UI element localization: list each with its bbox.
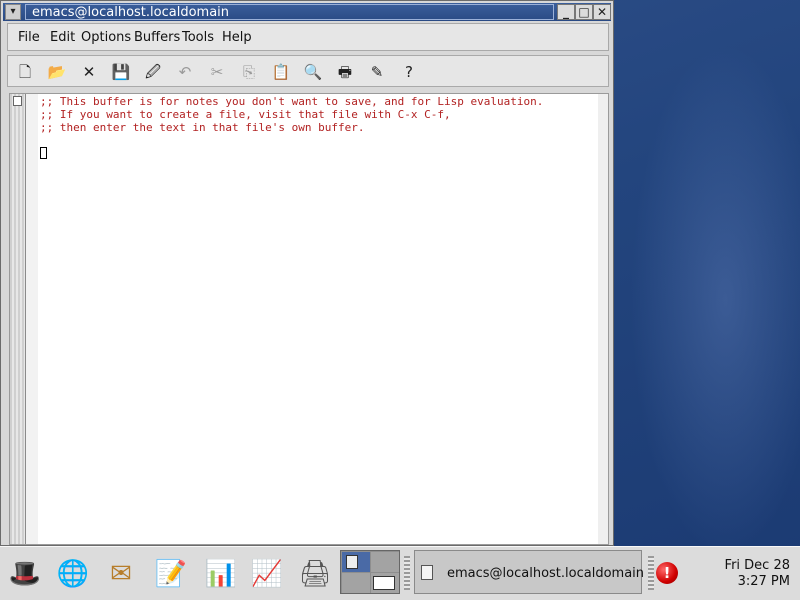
- workspace-2[interactable]: [371, 552, 399, 572]
- menu-file[interactable]: File: [18, 30, 40, 45]
- taskbar-label: emacs@localhost.localdomain: [447, 566, 645, 581]
- scrollbar[interactable]: [10, 94, 26, 544]
- bottom-panel: 🎩 🌐 ✉ 📝 📊 📈 🖨: [0, 546, 800, 600]
- workspace-window-thumb: [373, 576, 395, 590]
- cut-scissors-icon[interactable]: ✂: [206, 61, 228, 83]
- right-fringe: [598, 94, 608, 544]
- presentation-icon[interactable]: 📊: [200, 553, 242, 595]
- new-file-icon[interactable]: 🗋: [14, 61, 36, 83]
- minimize-button[interactable]: _: [557, 4, 575, 20]
- title-bar[interactable]: ▾ emacs@localhost.localdomain _ □ ✕: [3, 3, 611, 21]
- spreadsheet-icon[interactable]: 📈: [246, 553, 288, 595]
- panel-handle[interactable]: [404, 556, 410, 590]
- workspace-1[interactable]: [342, 552, 370, 572]
- scrollbar-thumb[interactable]: [13, 96, 22, 106]
- workspace-window-thumb: [346, 555, 358, 569]
- redhat-menu-icon[interactable]: 🎩: [4, 553, 46, 595]
- maximize-button[interactable]: □: [575, 4, 593, 20]
- paste-icon[interactable]: 📋: [270, 61, 292, 83]
- clock-date: Fri Dec 28: [724, 558, 790, 573]
- window-title: emacs@localhost.localdomain: [32, 5, 230, 20]
- close-button[interactable]: ✕: [593, 4, 611, 20]
- text-cursor: [40, 147, 47, 159]
- help-icon[interactable]: ?: [398, 61, 420, 83]
- menu-bar: File Edit Options Buffers Tools Help: [7, 23, 609, 51]
- scratch-buffer[interactable]: ;; This buffer is for notes you don't wa…: [9, 93, 609, 545]
- taskbar-button-emacs[interactable]: emacs@localhost.localdomain: [414, 550, 645, 594]
- workspace-pager[interactable]: [340, 550, 400, 594]
- toolbar: 🗋 📂 ✕ 💾 🖉 ↶ ✂ ⎘ 📋 🔍 🖶 ✎ ?: [7, 55, 609, 87]
- open-folder-icon[interactable]: 📂: [46, 61, 68, 83]
- emacs-window: ▾ emacs@localhost.localdomain _ □ ✕ File…: [0, 0, 614, 546]
- clock-time: 3:27 PM: [737, 574, 790, 589]
- window-menu-button[interactable]: ▾: [5, 4, 21, 20]
- buffer-line-1: ;; This buffer is for notes you don't wa…: [40, 95, 544, 108]
- desktop-background: [614, 0, 800, 545]
- close-x-icon[interactable]: ✕: [78, 61, 100, 83]
- writer-document-icon[interactable]: 📝: [150, 553, 192, 595]
- workspace-4[interactable]: [371, 573, 399, 593]
- undo-icon[interactable]: ↶: [174, 61, 196, 83]
- left-fringe: [26, 94, 38, 544]
- copy-icon[interactable]: ⎘: [238, 61, 260, 83]
- menu-edit[interactable]: Edit: [50, 30, 75, 45]
- document-icon: [421, 565, 433, 580]
- email-icon[interactable]: ✉: [100, 553, 142, 595]
- save-as-icon[interactable]: 🖉: [142, 61, 164, 83]
- title-box: emacs@localhost.localdomain: [25, 4, 554, 20]
- save-disk-icon[interactable]: 💾: [110, 61, 132, 83]
- web-browser-icon[interactable]: 🌐: [52, 553, 94, 595]
- buffer-line-2: ;; If you want to create a file, visit t…: [40, 108, 451, 121]
- search-icon[interactable]: 🔍: [302, 61, 324, 83]
- menu-options[interactable]: Options: [81, 30, 131, 45]
- printer-icon[interactable]: 🖨: [294, 553, 336, 595]
- menu-buffers[interactable]: Buffers: [134, 30, 180, 45]
- buffer-line-3: ;; then enter the text in that file's ow…: [40, 121, 365, 134]
- panel-handle[interactable]: [648, 556, 654, 590]
- clock[interactable]: Fri Dec 28 3:27 PM: [725, 558, 790, 590]
- preferences-icon[interactable]: ✎: [366, 61, 388, 83]
- print-icon[interactable]: 🖶: [334, 61, 356, 83]
- update-alert-icon[interactable]: !: [656, 562, 678, 584]
- menu-help[interactable]: Help: [222, 30, 252, 45]
- menu-tools[interactable]: Tools: [182, 30, 214, 45]
- workspace-3[interactable]: [342, 573, 370, 593]
